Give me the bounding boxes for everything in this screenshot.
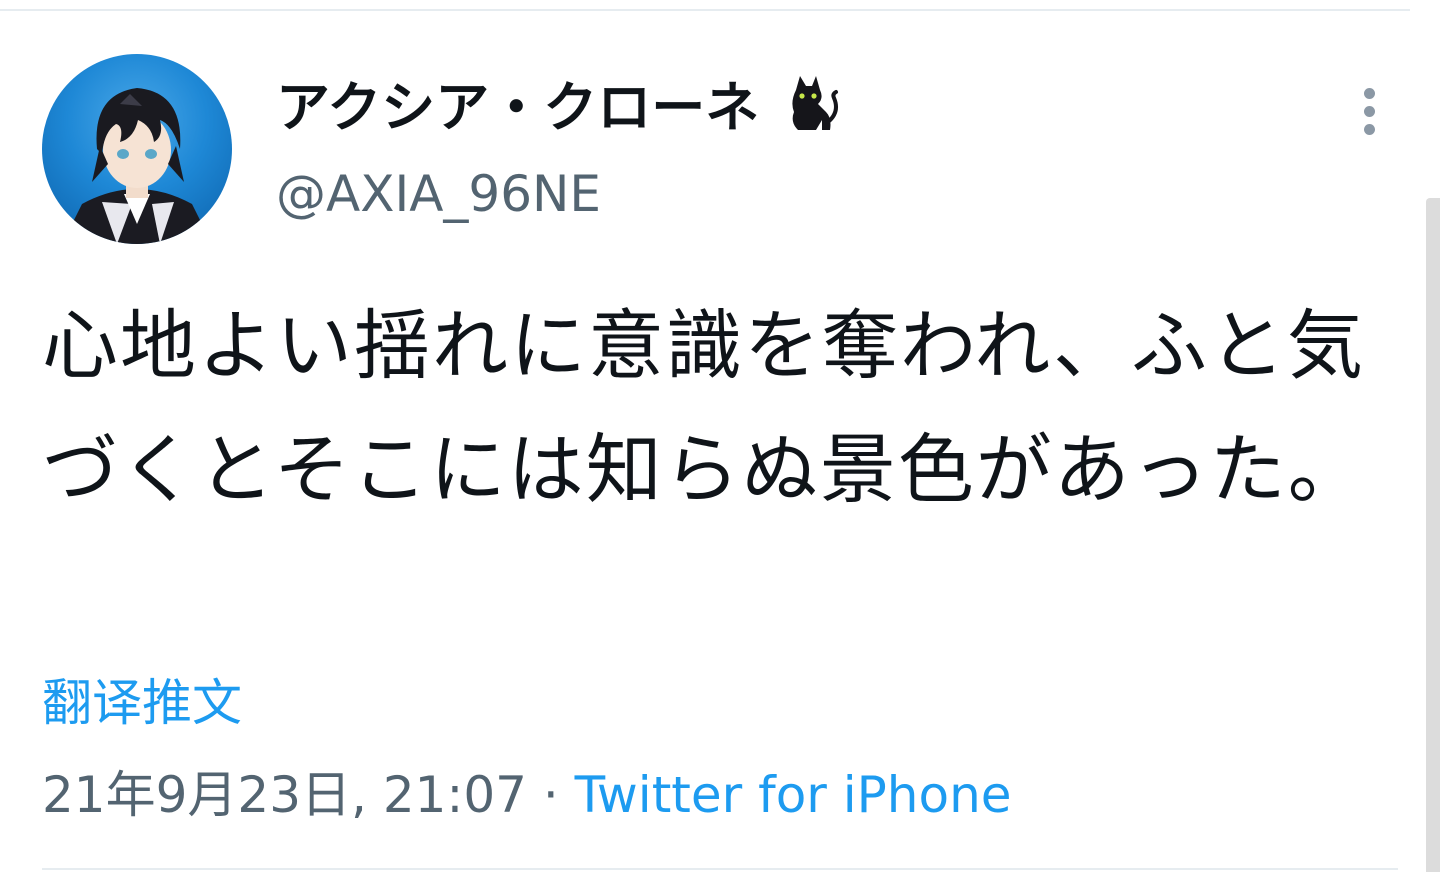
tweet-meta: 21年9月23日, 21:07 · Twitter for iPhone: [42, 760, 1012, 830]
top-divider: [0, 9, 1410, 11]
bottom-divider: [42, 868, 1398, 870]
avatar-illustration-icon: [62, 88, 212, 244]
author-name-text: アクシア・クローネ: [276, 76, 760, 140]
more-dot: [1364, 88, 1375, 99]
more-dot: [1364, 124, 1375, 135]
tweet-text: 心地よい揺れに意識を奪われ、ふと気づくとそこには知らぬ景色があった。: [42, 301, 1366, 514]
black-cat-icon: [782, 72, 842, 151]
tweet-detail-view: アクシア・クローネ @AXIA_96NE 心地よい揺れに意識を奪われ、ふと気づく…: [0, 0, 1440, 872]
more-options-button[interactable]: [1348, 82, 1392, 142]
tweet-source-link[interactable]: Twitter for iPhone: [575, 766, 1012, 824]
author-handle[interactable]: @AXIA_96NE: [276, 162, 601, 226]
author-display-name[interactable]: アクシア・クローネ: [276, 72, 842, 151]
avatar[interactable]: [42, 54, 232, 244]
meta-separator: ·: [542, 766, 575, 824]
more-dot: [1364, 106, 1375, 117]
tweet-timestamp[interactable]: 21年9月23日, 21:07: [42, 766, 527, 824]
scrollbar[interactable]: [1426, 198, 1440, 872]
translate-tweet-link[interactable]: 翻译推文: [42, 668, 242, 738]
